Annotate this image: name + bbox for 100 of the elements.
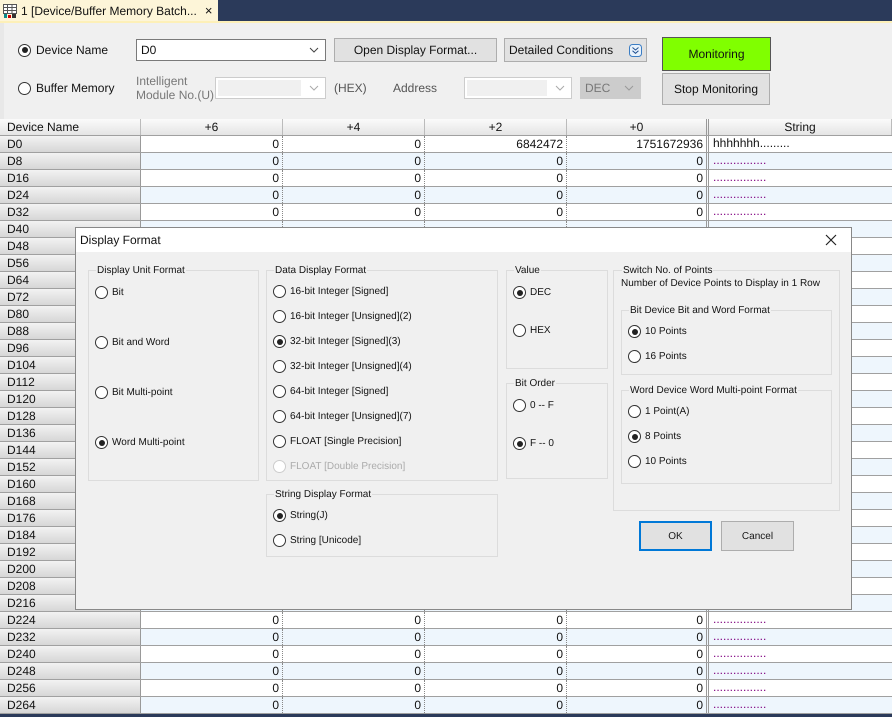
- radio-option[interactable]: 1 Point(A): [628, 405, 825, 418]
- row-header: D16: [0, 170, 141, 186]
- group-title: Switch No. of Points: [622, 265, 714, 276]
- table-cell: 0: [283, 187, 425, 203]
- field-label: Intelligent Module No.(U): [136, 74, 215, 102]
- string-cell-text: ................: [712, 204, 768, 220]
- close-tab-button[interactable]: ×: [204, 4, 212, 18]
- stop-monitoring-button[interactable]: Stop Monitoring: [662, 73, 770, 105]
- row-header: D264: [0, 697, 141, 713]
- radio-option[interactable]: FLOAT [Single Precision]: [273, 435, 491, 448]
- monitoring-button[interactable]: Monitoring: [662, 37, 771, 71]
- group-title: String Display Format: [274, 489, 372, 500]
- radio-option[interactable]: String [Unicode]: [273, 534, 491, 547]
- table-cell: 0: [283, 170, 425, 186]
- table-cell: 0: [425, 187, 567, 203]
- table-cell: 0: [141, 697, 283, 713]
- column-header: Device Name: [0, 119, 141, 135]
- close-icon[interactable]: [825, 234, 837, 246]
- string-cell-text: ................: [712, 646, 768, 662]
- radio-option[interactable]: 10 Points: [628, 455, 825, 468]
- table-cell: 0: [425, 153, 567, 169]
- group-title: Bit Device Bit and Word Format: [629, 305, 771, 316]
- string-cell-text: hhhhhhh.........: [712, 136, 791, 152]
- row-header: D256: [0, 680, 141, 696]
- open-display-format-button[interactable]: Open Display Format...: [334, 38, 497, 62]
- string-cell-text: ................: [712, 612, 768, 628]
- table-cell: 0: [567, 697, 709, 713]
- table-cell: 0: [283, 153, 425, 169]
- table-cell: 0: [425, 204, 567, 220]
- device-combo[interactable]: D0: [136, 39, 326, 61]
- table-cell: 0: [425, 170, 567, 186]
- table-cell: 0: [141, 170, 283, 186]
- chevron-down-icon: [555, 85, 565, 91]
- table-cell: 0: [425, 629, 567, 645]
- radio-option[interactable]: 64-bit Integer [Signed]: [273, 385, 491, 398]
- table-cell: 0: [141, 663, 283, 679]
- radio-option[interactable]: Device Name: [18, 43, 136, 57]
- table-cell: 0: [141, 646, 283, 662]
- column-header: +2: [425, 119, 567, 135]
- radio-option[interactable]: 10 Points: [628, 325, 825, 338]
- radio-option[interactable]: 8 Points: [628, 430, 825, 443]
- group-title: Data Display Format: [274, 265, 368, 276]
- row-header: D248: [0, 663, 141, 679]
- radio-option[interactable]: 64-bit Integer [Unsigned](7): [273, 410, 491, 423]
- table-cell: 0: [425, 663, 567, 679]
- table-cell: 0: [283, 629, 425, 645]
- table-cell: 0: [425, 646, 567, 662]
- table-cell: 0: [141, 187, 283, 203]
- table-cell: 0: [283, 136, 425, 152]
- group-title: Word Device Word Multi-point Format: [629, 385, 798, 396]
- table-cell: 0: [141, 204, 283, 220]
- column-header: +6: [141, 119, 283, 135]
- table-cell: 0: [283, 697, 425, 713]
- row-header: D240: [0, 646, 141, 662]
- table-cell: 0: [425, 697, 567, 713]
- radio-option[interactable]: HEX: [513, 324, 601, 337]
- group-title: Value: [514, 265, 541, 276]
- table-cell: 0: [141, 680, 283, 696]
- cancel-button[interactable]: Cancel: [721, 521, 794, 551]
- table-cell: 0: [425, 612, 567, 628]
- radio-option[interactable]: 16-bit Integer [Unsigned](2): [273, 310, 491, 323]
- radio-option: FLOAT [Double Precision]: [273, 460, 491, 473]
- string-cell-text: ................: [712, 629, 768, 645]
- string-cell-text: ................: [712, 153, 768, 169]
- table-cell: 0: [283, 680, 425, 696]
- string-cell-text: ................: [712, 187, 768, 203]
- note-text: Number of Device Points to Display in 1 Row: [621, 278, 821, 289]
- ok-button[interactable]: OK: [639, 521, 712, 551]
- table-cell: 0: [425, 680, 567, 696]
- field-label: Address: [393, 81, 438, 95]
- module-combo[interactable]: [215, 77, 326, 99]
- column-header: +4: [283, 119, 425, 135]
- chevron-down-icon: [309, 47, 319, 53]
- string-cell-text: ................: [712, 697, 768, 713]
- column-header: String: [709, 119, 892, 135]
- table-cell: 0: [283, 204, 425, 220]
- radio-option[interactable]: 32-bit Integer [Signed](3): [273, 335, 491, 348]
- detailed-conditions-button[interactable]: Detailed Conditions: [504, 38, 647, 62]
- radio-option[interactable]: F -- 0: [513, 437, 601, 450]
- radio-option[interactable]: Buffer Memory: [18, 81, 136, 95]
- table-cell: 0: [141, 153, 283, 169]
- table-cell: 0: [283, 663, 425, 679]
- row-header: D24: [0, 187, 141, 203]
- chevron-down-icon: [309, 85, 319, 91]
- document-tab[interactable]: 1 [Device/Buffer Memory Batch... ×: [0, 0, 218, 21]
- row-header: D232: [0, 629, 141, 645]
- radio-option[interactable]: 0 -- F: [513, 399, 601, 412]
- radio-option[interactable]: 16 Points: [628, 350, 825, 363]
- radio-option[interactable]: 32-bit Integer [Unsigned](4): [273, 360, 491, 373]
- address-combo[interactable]: [464, 77, 572, 99]
- table-cell: 0: [283, 646, 425, 662]
- table-cell: 6842472: [425, 136, 567, 152]
- radio-option[interactable]: 16-bit Integer [Signed]: [273, 285, 491, 298]
- row-header: D224: [0, 612, 141, 628]
- radio-option[interactable]: String(J): [273, 509, 491, 522]
- string-cell-text: ................: [712, 170, 768, 186]
- group-title: Bit Order: [514, 378, 556, 389]
- radio-option[interactable]: DEC: [513, 286, 601, 299]
- grid-icon: [3, 4, 17, 18]
- table-cell: 0: [283, 612, 425, 628]
